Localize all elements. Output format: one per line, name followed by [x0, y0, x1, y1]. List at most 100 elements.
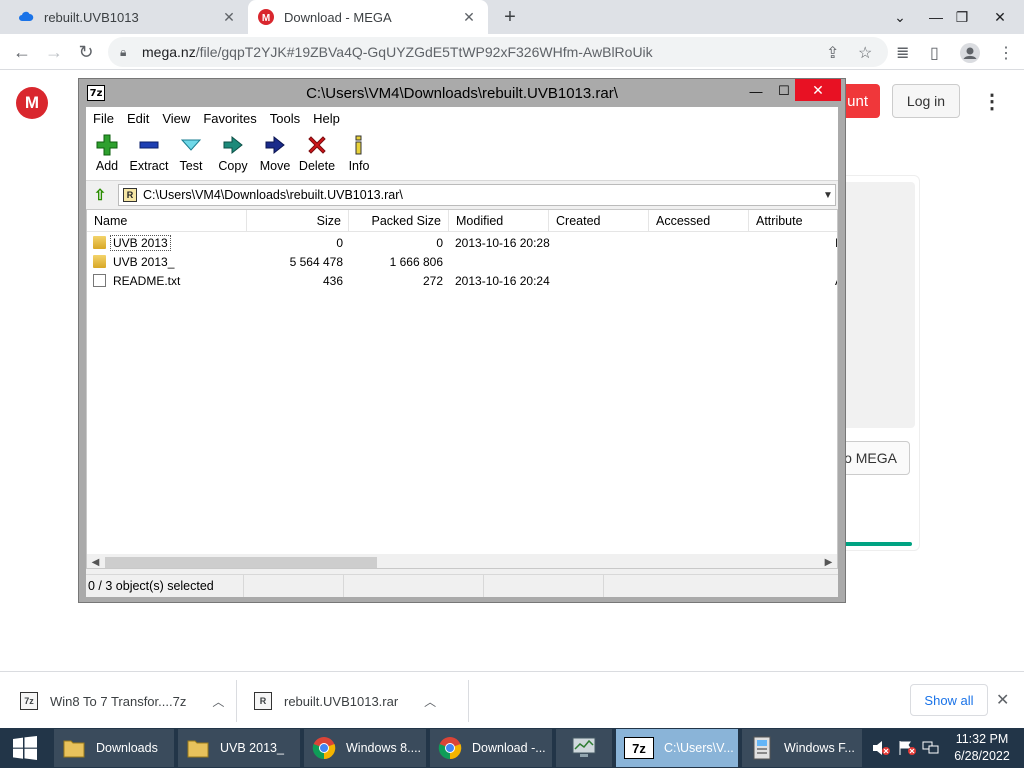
menu-edit[interactable]: Edit [127, 111, 149, 126]
column-size[interactable]: Size [247, 210, 349, 232]
start-button[interactable] [0, 728, 50, 768]
download-filename: Win8 To 7 Transfor....7z [50, 693, 187, 709]
taskbar-label: UVB 2013_ [220, 741, 284, 755]
chrome-menu-icon[interactable]: ⋮ [998, 43, 1014, 63]
taskbar-resource-monitor[interactable] [556, 729, 612, 767]
chevron-up-icon[interactable]: ︿ [424, 693, 436, 710]
copy-button[interactable]: Copy [212, 133, 254, 179]
status-bar: 0 / 3 object(s) selected [86, 574, 838, 597]
menu-favorites[interactable]: Favorites [203, 111, 256, 126]
scroll-left-icon[interactable]: ◀ [87, 554, 104, 568]
test-label: Test [179, 159, 203, 173]
move-label: Move [259, 159, 291, 173]
system-clock[interactable]: 11:32 PM 6/28/2022 [946, 731, 1018, 765]
tab-search-chevron-icon[interactable]: ⌄ [882, 0, 918, 34]
horizontal-scrollbar[interactable]: ◀ ▶ [87, 554, 837, 568]
table-row[interactable]: README.txt 436 272 2013-10-16 20:24 A [87, 271, 837, 290]
file-name: UVB 2013_ [113, 254, 175, 269]
tab-close-icon[interactable]: ✕ [220, 9, 238, 26]
scroll-right-icon[interactable]: ▶ [820, 554, 837, 568]
taskbar-windows-installer[interactable]: Windows F... [742, 729, 862, 767]
file-name: UVB 2013 [110, 234, 171, 251]
column-packed-size[interactable]: Packed Size [349, 210, 449, 232]
column-created[interactable]: Created [549, 210, 649, 232]
tab-label: Download - MEGA [284, 9, 392, 25]
address-bar[interactable]: 🔒︎ mega.nz/file/gqpT2YJK#19ZBVa4Q-GqUYZG… [108, 37, 888, 67]
address-row: ⇧ R C:\Users\VM4\Downloads\rebuilt.UVB10… [86, 182, 838, 208]
column-accessed[interactable]: Accessed [649, 210, 749, 232]
download-filename: rebuilt.UVB1013.rar [284, 693, 399, 709]
info-icon [347, 133, 371, 157]
delete-button[interactable]: Delete [296, 133, 338, 179]
reload-icon[interactable]: ↻ [74, 40, 98, 64]
close-window-icon[interactable]: ✕ [982, 0, 1018, 34]
divider [468, 680, 469, 722]
taskbar-downloads[interactable]: Downloads [54, 729, 174, 767]
move-button[interactable]: Move [254, 133, 296, 179]
delete-label: Delete [298, 159, 336, 173]
share-icon[interactable]: ⇪ [826, 43, 839, 63]
column-name[interactable]: Name [87, 210, 247, 232]
info-button[interactable]: Info [338, 133, 380, 179]
test-button[interactable]: Test [170, 133, 212, 179]
chevron-down-icon[interactable]: ▼ [821, 190, 835, 201]
tab-label: rebuilt.UVB1013 [44, 9, 139, 25]
menu-view[interactable]: View [162, 111, 190, 126]
back-arrow-icon[interactable]: ← [10, 40, 34, 64]
clock-time: 11:32 PM [955, 732, 1009, 746]
volume-muted-icon[interactable] [870, 728, 892, 768]
extract-icon [137, 133, 161, 157]
browser-toolbar: ← → ↻ 🔒︎ mega.nz/file/gqpT2YJK#19ZBVa4Q-… [0, 34, 1024, 70]
column-attribute[interactable]: Attribute [749, 210, 837, 232]
forward-arrow-icon[interactable]: → [42, 40, 66, 64]
download-item-win8[interactable]: 7z Win8 To 7 Transfor....7z ︿ [20, 680, 224, 722]
scroll-thumb[interactable] [105, 557, 377, 568]
monitor-icon [572, 736, 596, 760]
extract-button[interactable]: Extract [128, 133, 170, 179]
action-center-flag-icon[interactable] [896, 728, 918, 768]
file-packed-size: 1 666 806 [389, 254, 443, 269]
menu-bar: File Edit View Favorites Tools Help [86, 107, 838, 129]
table-row[interactable]: UVB 2013_ 5 564 478 1 666 806 [87, 252, 837, 271]
column-modified[interactable]: Modified [449, 210, 549, 232]
show-all-button[interactable]: Show all [910, 684, 988, 716]
close-icon[interactable]: ✕ [996, 690, 1009, 710]
close-window-icon[interactable]: ✕ [795, 79, 841, 101]
download-item-rebuilt[interactable]: R rebuilt.UVB1013.rar ︿ [254, 680, 436, 722]
tab-close-icon[interactable]: ✕ [460, 9, 478, 26]
sevenzip-titlebar[interactable]: 7z C:\Users\VM4\Downloads\rebuilt.UVB101… [79, 79, 845, 107]
file-modified [455, 252, 549, 271]
profile-avatar-icon[interactable] [960, 43, 980, 68]
extract-label: Extract [129, 159, 169, 173]
more-options-icon[interactable]: ⋮ [982, 89, 1002, 114]
file-packed-size: 0 [436, 235, 443, 250]
menu-help[interactable]: Help [313, 111, 340, 126]
mega-logo[interactable]: M [16, 87, 48, 119]
bookmark-star-icon[interactable]: ☆ [858, 43, 872, 63]
network-icon[interactable] [920, 728, 942, 768]
restore-icon[interactable]: ❐ [944, 0, 980, 34]
tab-rebuilt[interactable]: rebuilt.UVB1013 ✕ [8, 0, 248, 34]
taskbar-chrome-download[interactable]: Download -... [430, 729, 552, 767]
sevenzip-toolbar: Add Extract Test Copy Move Delete Info [86, 129, 838, 181]
file-modified: 2013-10-16 20:28 [455, 235, 550, 250]
up-folder-icon[interactable]: ⇧ [90, 185, 110, 205]
side-panel-icon[interactable]: ▯ [930, 43, 939, 63]
reading-list-icon[interactable]: ≣ [896, 43, 909, 63]
taskbar-label: C:\Users\V... [664, 741, 734, 755]
login-button[interactable]: Log in [892, 84, 960, 118]
installer-icon [750, 736, 774, 760]
menu-file[interactable]: File [93, 111, 114, 126]
taskbar-chrome-windows8[interactable]: Windows 8.... [304, 729, 426, 767]
taskbar-sevenzip[interactable]: 7z C:\Users\V... [616, 729, 738, 767]
add-button[interactable]: Add [86, 133, 128, 179]
menu-tools[interactable]: Tools [270, 111, 300, 126]
taskbar-uvb-folder[interactable]: UVB 2013_ [178, 729, 300, 767]
path-combo[interactable]: R C:\Users\VM4\Downloads\rebuilt.UVB1013… [118, 184, 836, 206]
folder-icon [93, 255, 106, 268]
table-row[interactable]: UVB 2013 0 0 2013-10-16 20:28 I [87, 233, 837, 252]
selection-status: 0 / 3 object(s) selected [86, 575, 244, 597]
new-tab-button[interactable]: + [500, 6, 520, 29]
chevron-up-icon[interactable]: ︿ [212, 693, 224, 710]
tab-mega[interactable]: M Download - MEGA ✕ [248, 0, 488, 34]
